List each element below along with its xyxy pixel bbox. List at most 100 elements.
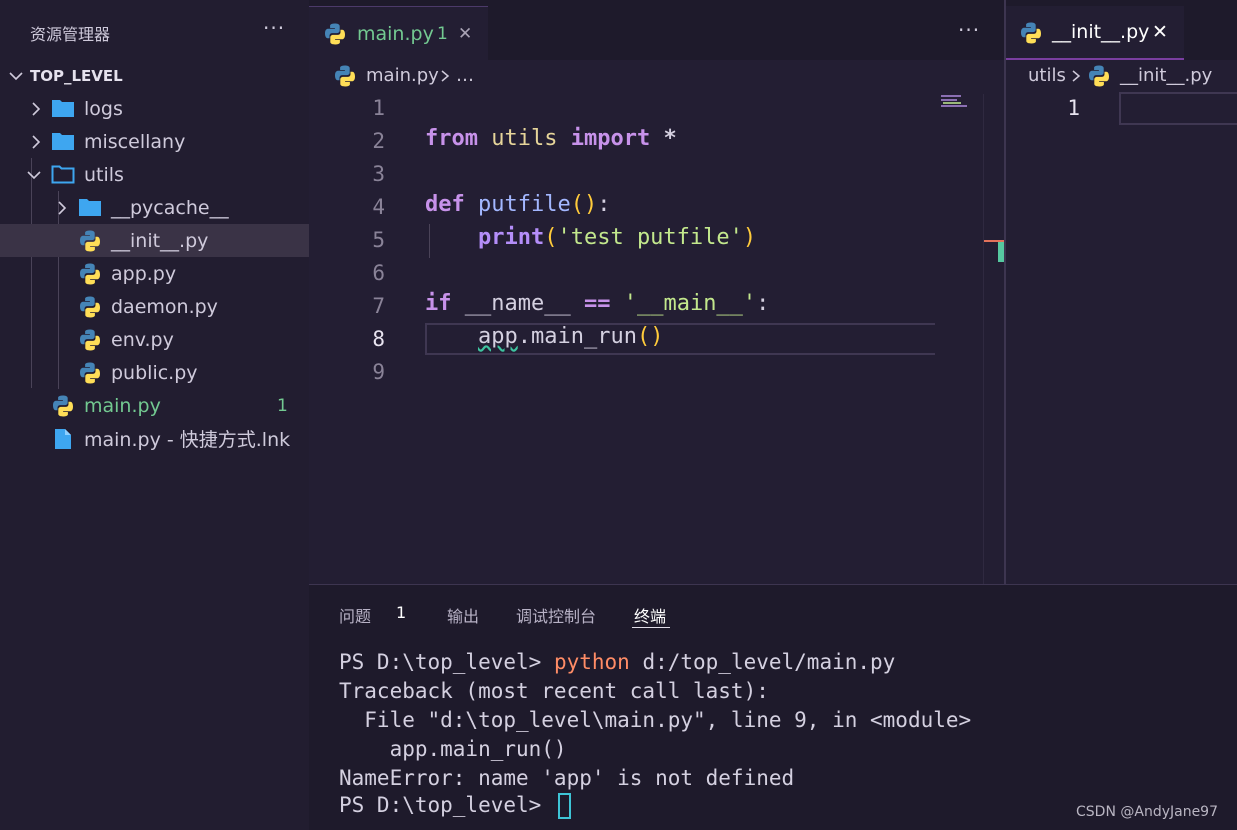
code-token: utils <box>491 126 558 151</box>
code-token: : <box>756 291 770 316</box>
bottom-panel: 问题 1 输出 调试控制台 终端 PS D:\top_level> python… <box>309 584 1237 830</box>
close-icon[interactable]: ✕ <box>458 24 472 44</box>
folder-icon <box>52 100 74 117</box>
python-icon <box>53 395 73 417</box>
root-folder-label: TOP_LEVEL <box>30 66 123 85</box>
tree-item-label: main.py - 快捷方式.lnk <box>84 429 291 451</box>
tab-problems[interactable]: 问题 <box>339 603 371 627</box>
terminal-line: PS D:\top_level> python d:/top_level/mai… <box>339 650 895 674</box>
editor-tab-bar: main.py 1 ✕ ··· <box>309 0 1005 60</box>
tab-output[interactable]: 输出 <box>447 603 479 627</box>
active-tab-underline <box>632 627 670 628</box>
tree-item-logs[interactable]: logs <box>0 92 309 125</box>
code-token: ( <box>636 324 651 349</box>
code-token-error: app <box>477 324 518 349</box>
tree-item-label: logs <box>84 97 123 120</box>
python-icon <box>335 65 355 87</box>
problems-count-badge: 1 <box>396 603 407 622</box>
python-icon <box>80 296 100 318</box>
code-token: import <box>570 126 651 151</box>
line-number: 4 <box>372 195 385 219</box>
code-token: def <box>425 192 465 217</box>
code-token: ) <box>650 324 664 349</box>
tree-item-main-py[interactable]: main.py 1 <box>0 389 309 422</box>
code-token: ) <box>583 192 598 217</box>
breadcrumb-file[interactable]: main.py <box>366 65 439 86</box>
code-token: * <box>663 126 677 151</box>
watermark: CSDN @AndyJane97 <box>1076 804 1218 820</box>
vertical-scrollbar[interactable] <box>983 94 984 584</box>
tree-item-public-py[interactable]: public.py <box>0 356 309 389</box>
code-token: : <box>597 192 611 217</box>
tab-init-py[interactable]: __init__.py ✕ <box>1006 6 1184 60</box>
tab-terminal[interactable]: 终端 <box>634 603 666 627</box>
python-icon <box>325 23 345 45</box>
tree-item-utils[interactable]: utils <box>0 158 309 191</box>
current-line-highlight <box>1119 92 1237 125</box>
tab-debug-console[interactable]: 调试控制台 <box>516 603 596 627</box>
terminal-line: NameError: name 'app' is not defined <box>339 766 795 790</box>
tree-item-app-py[interactable]: app.py <box>0 257 309 290</box>
tree-item-pycache[interactable]: __pycache__ <box>0 191 309 224</box>
tree-item-label: env.py <box>111 328 174 351</box>
folder-open-icon <box>51 165 75 184</box>
explorer-title: 资源管理器 <box>30 25 111 44</box>
breadcrumb-symbol[interactable]: … <box>456 65 474 86</box>
chevron-right-icon <box>32 135 41 149</box>
code-editor-secondary[interactable]: __init__.py ✕ utils __init__.py 1 <box>1006 0 1237 584</box>
python-icon <box>80 362 100 384</box>
code-token: if <box>425 291 452 316</box>
code-token: == <box>583 291 611 316</box>
line-number: 1 <box>372 96 385 120</box>
explorer-sidebar: 资源管理器 ··· TOP_LEVEL logs miscellany util… <box>0 0 309 830</box>
code-line-7: if __name__ == '__main__': <box>425 291 769 316</box>
code-token: from <box>425 126 478 151</box>
tree-item-label: daemon.py <box>111 295 218 318</box>
tree-item-label: __pycache__ <box>111 196 229 219</box>
tree-item-shortcut-lnk[interactable]: main.py - 快捷方式.lnk <box>0 422 309 455</box>
python-icon <box>1089 65 1109 87</box>
code-editor-main[interactable]: main.py … 1 2 3 4 5 6 7 8 9 from utils i… <box>309 60 1005 584</box>
tree-root[interactable]: TOP_LEVEL <box>0 59 309 92</box>
terminal-line[interactable]: PS D:\top_level> <box>339 793 571 819</box>
tree-item-init-py[interactable]: __init__.py <box>0 224 309 257</box>
code-line-5: print('test putfile') <box>425 225 756 250</box>
editor-more-button[interactable]: ··· <box>958 18 980 42</box>
code-line-8: app.main_run() <box>425 324 663 349</box>
code-token: 'test putfile' <box>557 225 743 250</box>
line-number: 7 <box>372 294 385 318</box>
close-icon[interactable]: ✕ <box>1152 21 1168 43</box>
terminal-prompt: PS D:\top_level> <box>339 650 554 674</box>
tree-item-label: utils <box>84 163 124 186</box>
line-number: 2 <box>372 129 385 153</box>
line-number: 3 <box>372 162 385 186</box>
chevron-down-icon <box>9 72 23 81</box>
python-icon <box>80 263 100 285</box>
breadcrumb-folder[interactable]: utils <box>1028 65 1066 86</box>
tree-item-miscellany[interactable]: miscellany <box>0 125 309 158</box>
tree-item-daemon-py[interactable]: daemon.py <box>0 290 309 323</box>
terminal-prompt: PS D:\top_level> <box>339 793 554 817</box>
tree-item-env-py[interactable]: env.py <box>0 323 309 356</box>
code-token: putfile <box>478 192 571 217</box>
code-token: print <box>477 225 545 250</box>
chevron-right-icon <box>32 102 41 116</box>
tab-problem-badge: 1 <box>437 23 448 44</box>
code-token: main_run <box>530 324 637 349</box>
terminal-cursor <box>557 793 571 819</box>
tree-item-label: main.py <box>84 394 161 417</box>
folder-icon <box>79 199 101 216</box>
explorer-more-button[interactable]: ··· <box>263 16 285 40</box>
code-token: __name__ <box>464 291 571 316</box>
tab-main-py[interactable]: main.py 1 ✕ <box>309 6 488 60</box>
line-number: 6 <box>372 261 385 285</box>
tree-item-label: miscellany <box>84 130 186 153</box>
code-token: ( <box>544 225 558 250</box>
python-icon <box>80 329 100 351</box>
python-icon <box>80 230 100 252</box>
chevron-right-icon <box>58 201 67 215</box>
code-token: ( <box>570 192 584 217</box>
breadcrumb-file[interactable]: __init__.py <box>1120 65 1212 86</box>
python-icon <box>1021 22 1041 44</box>
minimap[interactable] <box>939 94 983 108</box>
